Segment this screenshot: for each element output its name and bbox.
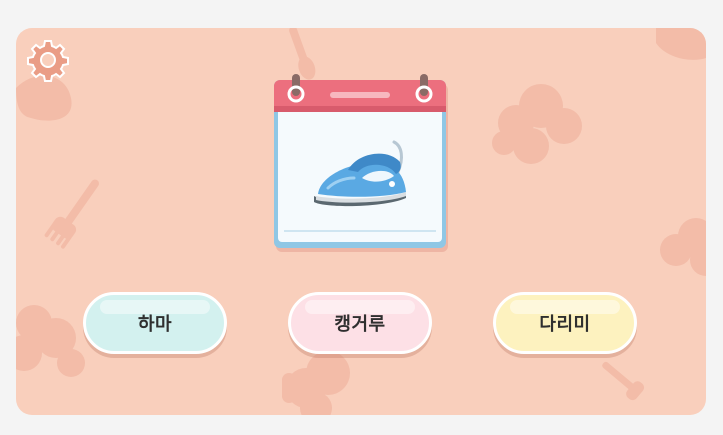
answer-button-3[interactable]: 다리미: [493, 292, 637, 354]
bg-grapes-shape: [492, 84, 582, 164]
bg-grapes-shape: [660, 218, 706, 276]
gear-icon[interactable]: [26, 38, 70, 82]
answer-label: 하마: [137, 314, 173, 335]
bg-fruit-shape: [282, 351, 350, 415]
answer-button-2[interactable]: 캥거루: [288, 292, 432, 354]
bg-leaf-shape: [16, 75, 72, 121]
bg-grapes-shape: [16, 305, 85, 377]
answer-label: 다리미: [539, 314, 591, 335]
answer-label: 캥거루: [334, 314, 386, 335]
bg-fork-shape: [44, 179, 99, 249]
game-board: 하마 캥거루 다리미: [16, 28, 706, 415]
bg-leaf-shape: [656, 28, 706, 60]
answer-button-1[interactable]: 하마: [83, 292, 227, 354]
question-card: [274, 74, 448, 252]
bg-fork-shape: [602, 361, 645, 401]
